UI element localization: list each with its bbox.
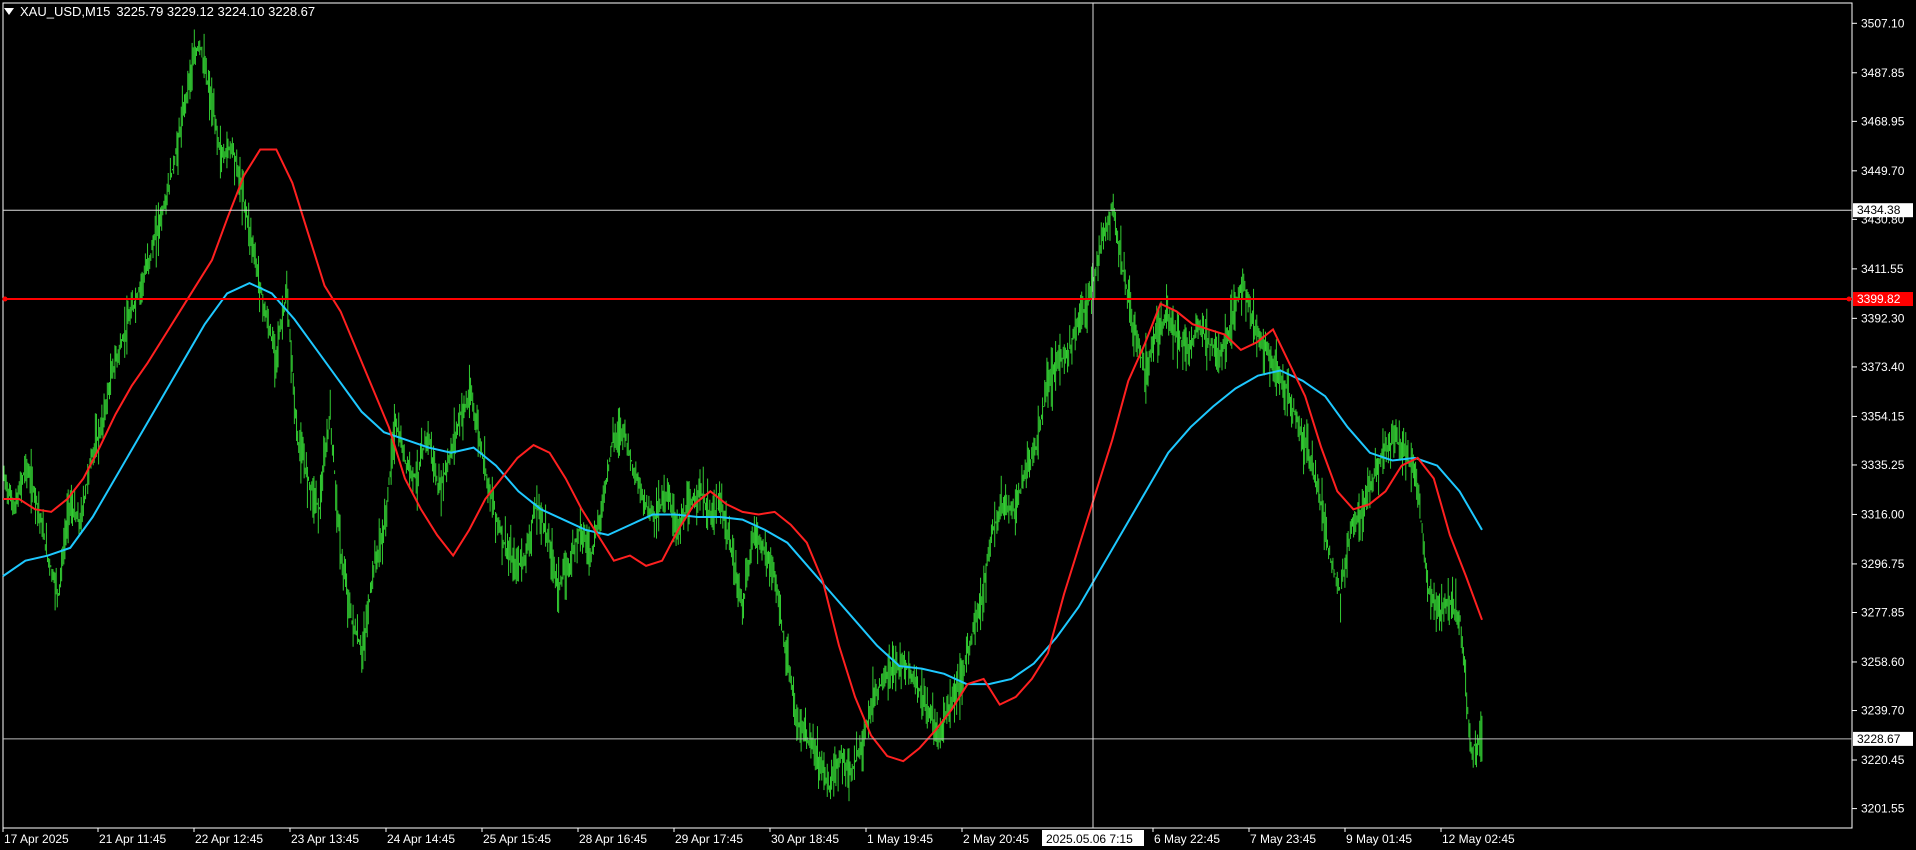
x-axis-tick-label: 9 May 01:45 [1346, 832, 1412, 846]
crosshair-price-label: 3434.38 [1857, 203, 1901, 217]
y-axis-tick-label: 3201.55 [1861, 802, 1905, 816]
x-axis-tick-label: 22 Apr 12:45 [195, 832, 263, 846]
y-axis-tick-label: 3335.25 [1861, 458, 1905, 472]
level-line-handle-left [2, 296, 8, 302]
y-axis-tick-label: 3449.70 [1861, 164, 1905, 178]
y-axis-tick-label: 3392.30 [1861, 311, 1905, 325]
price-chart[interactable]: 3507.103487.853468.953449.703430.803411.… [0, 0, 1916, 850]
ohlc-label: 3225.79 3229.12 3224.10 3228.67 [116, 4, 316, 19]
level-line-handle-right [1846, 296, 1852, 302]
x-axis-tick-label: 6 May 22:45 [1154, 832, 1220, 846]
x-axis-tick-label: 2 May 20:45 [963, 832, 1029, 846]
x-axis-tick-label: 29 Apr 17:45 [675, 832, 743, 846]
x-axis-tick-label: 1 May 19:45 [867, 832, 933, 846]
symbol-label: XAU_USD,M15 [20, 4, 111, 19]
y-axis-tick-label: 3468.95 [1861, 114, 1905, 128]
level-line-price-label: 3399.82 [1857, 292, 1901, 306]
y-axis-tick-label: 3507.10 [1861, 16, 1905, 30]
y-axis-tick-label: 3487.85 [1861, 66, 1905, 80]
x-axis-tick-label: 28 Apr 16:45 [579, 832, 647, 846]
crosshair-time-label: 2025.05.06 7:15 [1046, 832, 1133, 846]
last-price-label: 3228.67 [1857, 732, 1901, 746]
chart-header: XAU_USD,M15 3225.79 3229.12 3224.10 3228… [4, 4, 315, 19]
y-axis-tick-label: 3411.55 [1861, 262, 1904, 276]
y-axis-tick-label: 3296.75 [1861, 557, 1905, 571]
x-axis-tick-label: 12 May 02:45 [1442, 832, 1515, 846]
y-axis-tick-label: 3354.15 [1861, 409, 1905, 423]
x-axis-tick-label: 17 Apr 2025 [4, 832, 69, 846]
x-axis-tick-label: 23 Apr 13:45 [291, 832, 359, 846]
y-axis-tick-label: 3373.40 [1861, 360, 1905, 374]
moving-average-fast-line [3, 148, 1483, 763]
y-axis-tick-label: 3239.70 [1861, 704, 1905, 718]
y-axis-tick-label: 3258.60 [1861, 655, 1905, 669]
y-axis-tick-label: 3277.85 [1861, 605, 1905, 619]
x-axis-tick-label: 30 Apr 18:45 [771, 832, 839, 846]
x-axis-tick-label: 7 May 23:45 [1250, 832, 1316, 846]
x-axis-tick-label: 25 Apr 15:45 [483, 832, 551, 846]
x-axis-tick-label: 24 Apr 14:45 [387, 832, 455, 846]
x-axis-tick-label: 21 Apr 11:45 [99, 832, 166, 846]
y-axis-tick-label: 3220.45 [1861, 753, 1905, 767]
chart-menu-dropdown-icon[interactable] [4, 8, 14, 15]
y-axis-tick-label: 3316.00 [1861, 507, 1905, 521]
